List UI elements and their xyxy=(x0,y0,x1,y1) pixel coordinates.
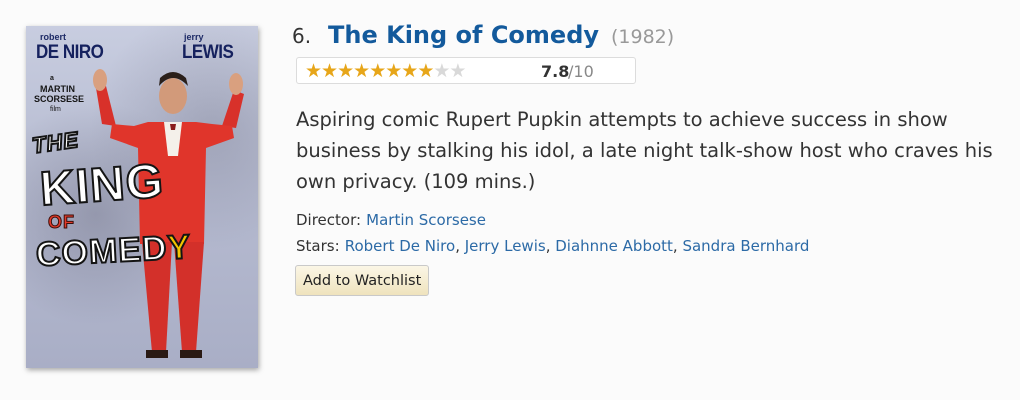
stars-line: Stars: Robert De Niro, Jerry Lewis, Diah… xyxy=(296,237,810,255)
rating-widget[interactable]: ★★★★★★★★★★ 7.8 /10 xyxy=(296,57,636,84)
poster-title-of: OF xyxy=(48,212,75,233)
poster-title-comedy-main: COMED xyxy=(34,228,169,275)
add-to-watchlist-button[interactable]: Add to Watchlist xyxy=(295,265,430,296)
movie-year: (1982) xyxy=(611,26,675,48)
movie-description: Aspiring comic Rupert Pupkin attempts to… xyxy=(296,108,993,193)
movie-title-link[interactable]: The King of Comedy xyxy=(328,21,599,49)
star-icon[interactable]: ★ xyxy=(337,60,354,82)
rating-stars[interactable]: ★★★★★★★★★★ xyxy=(305,60,466,82)
star-icon[interactable]: ★ xyxy=(401,60,418,82)
star-icon[interactable]: ★ xyxy=(385,60,402,82)
star-link[interactable]: Diahnne Abbott xyxy=(555,237,673,255)
star-icon[interactable]: ★ xyxy=(449,60,466,82)
director-line: Director: Martin Scorsese xyxy=(296,210,486,229)
poster-title-king: KING xyxy=(37,154,166,218)
star-link[interactable]: Robert De Niro xyxy=(345,237,455,255)
star-icon[interactable]: ★ xyxy=(369,60,386,82)
poster-title-comedy: COMEDY xyxy=(34,227,193,275)
star-icon[interactable]: ★ xyxy=(417,60,434,82)
star-icon[interactable]: ★ xyxy=(305,60,322,82)
star-icon[interactable]: ★ xyxy=(353,60,370,82)
movie-poster[interactable]: robert DE NIRO jerry LEWIS a MARTIN SCOR… xyxy=(26,26,258,368)
poster-title-comedy-y: Y xyxy=(165,227,193,268)
director-label: Director: xyxy=(296,211,362,229)
director-link[interactable]: Martin Scorsese xyxy=(366,211,486,229)
star-icon[interactable]: ★ xyxy=(433,60,450,82)
list-item: robert DE NIRO jerry LEWIS a MARTIN SCOR… xyxy=(0,0,1020,400)
star-icon[interactable]: ★ xyxy=(321,60,338,82)
rating-max: /10 xyxy=(568,62,594,81)
star-link[interactable]: Sandra Bernhard xyxy=(682,237,809,255)
rating-value: 7.8 xyxy=(541,62,570,81)
star-link[interactable]: Jerry Lewis xyxy=(465,237,546,255)
list-rank: 6. xyxy=(292,24,312,48)
stars-label: Stars: xyxy=(296,237,340,255)
